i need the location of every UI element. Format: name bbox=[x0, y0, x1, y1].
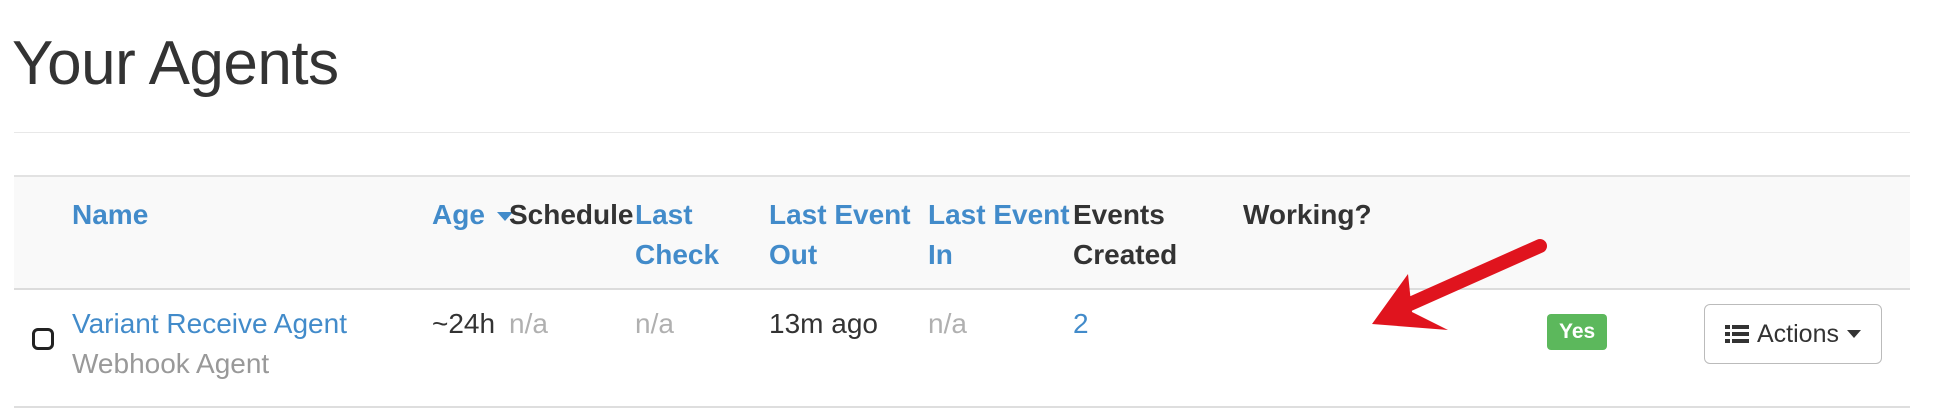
column-header-last-event-in[interactable]: Last Event In bbox=[928, 195, 1070, 275]
column-header-events-created-line1: Events bbox=[1073, 199, 1165, 230]
actions-dropdown-button[interactable]: Actions bbox=[1704, 304, 1882, 364]
column-header-last-event-in-line1: Last Event bbox=[928, 199, 1070, 230]
column-header-events-created-line2: Created bbox=[1073, 239, 1178, 270]
column-header-age[interactable]: Age bbox=[432, 195, 513, 235]
column-header-last-check[interactable]: Last Check bbox=[635, 195, 719, 275]
agent-type: Webhook Agent bbox=[72, 348, 270, 379]
column-header-last-check-line1: Last bbox=[635, 199, 693, 230]
agent-age: ~24h bbox=[432, 308, 496, 339]
column-header-last-event-out-line2: Out bbox=[769, 239, 818, 270]
table-header: Name Age Schedule Last Check Last Event … bbox=[14, 175, 1910, 290]
agent-name-link[interactable]: Variant Receive Agent bbox=[72, 304, 347, 344]
agent-last-event-out: 13m ago bbox=[769, 308, 878, 339]
column-header-last-check-line2: Check bbox=[635, 239, 720, 270]
agent-last-event-in: n/a bbox=[928, 308, 967, 339]
list-icon bbox=[1725, 325, 1749, 343]
agent-schedule: n/a bbox=[509, 308, 548, 339]
events-created-link[interactable]: 2 bbox=[1073, 304, 1089, 344]
column-header-age-label: Age bbox=[432, 199, 485, 230]
working-status-badge: Yes bbox=[1547, 314, 1608, 350]
column-header-working: Working? bbox=[1243, 199, 1372, 230]
column-header-schedule: Schedule bbox=[509, 199, 634, 230]
title-divider bbox=[14, 132, 1910, 133]
column-header-last-event-out-line1: Last Event bbox=[769, 199, 911, 230]
checkbox-icon[interactable] bbox=[32, 328, 54, 350]
column-header-name[interactable]: Name bbox=[72, 195, 148, 235]
column-header-last-event-in-line2: In bbox=[928, 239, 953, 270]
actions-button-label: Actions bbox=[1757, 319, 1839, 348]
column-header-events-created: Events Created bbox=[1073, 195, 1177, 275]
column-header-last-event-out[interactable]: Last Event Out bbox=[769, 195, 911, 275]
page-title: Your Agents bbox=[12, 29, 339, 98]
table-row: Variant Receive Agent Webhook Agent ~24h… bbox=[14, 290, 1910, 408]
agent-last-check: n/a bbox=[635, 308, 674, 339]
caret-down-icon bbox=[1846, 330, 1861, 338]
agents-table: Name Age Schedule Last Check Last Event … bbox=[14, 175, 1910, 408]
